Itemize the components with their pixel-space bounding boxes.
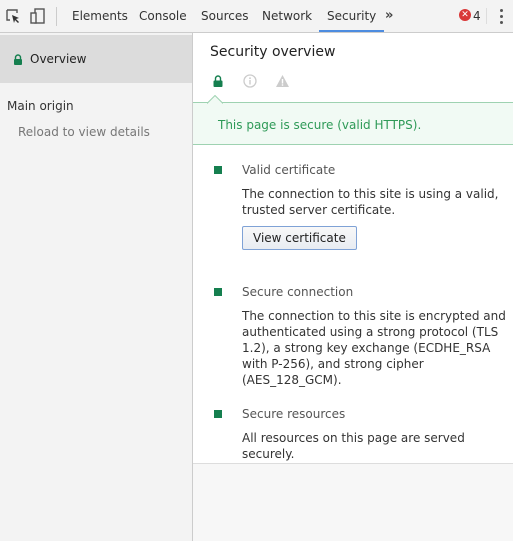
section-description: The connection to this site is using a v… xyxy=(242,187,499,217)
section-description: The connection to this site is encrypted… xyxy=(242,309,506,387)
overview-header: Security overview xyxy=(193,33,513,103)
device-toolbar-icon[interactable] xyxy=(30,8,46,24)
tab-console[interactable]: Console xyxy=(131,0,195,32)
tab-sources[interactable]: Sources xyxy=(193,0,256,32)
lock-icon xyxy=(14,54,22,65)
section-title: Secure resources xyxy=(242,407,346,421)
error-count[interactable]: 4 xyxy=(473,0,481,32)
tab-security[interactable]: Security xyxy=(319,0,385,32)
secure-status-icon xyxy=(214,166,222,174)
page-title: Security overview xyxy=(210,44,336,60)
secure-status-text: This page is secure (valid HTTPS). xyxy=(218,118,422,132)
view-certificate-button[interactable]: View certificate xyxy=(242,226,357,250)
security-overview-panel: Security overview This page is secure (v… xyxy=(193,33,513,541)
more-options-icon[interactable] xyxy=(500,9,504,25)
secure-status-icon xyxy=(214,410,222,418)
selection-pointer xyxy=(207,95,223,104)
warning-icon xyxy=(276,75,289,87)
sidebar-item-overview[interactable]: Overview xyxy=(0,35,192,83)
main-origin-heading: Main origin xyxy=(7,99,74,113)
tab-network[interactable]: Network xyxy=(254,0,320,32)
secure-resources-section: Secure resources All resources on this p… xyxy=(193,388,513,464)
security-sidebar: Overview Main origin Reload to view deta… xyxy=(0,33,193,541)
info-icon xyxy=(243,74,257,88)
secure-status-icon xyxy=(214,288,222,296)
section-title: Valid certificate xyxy=(242,163,336,177)
valid-certificate-section: Valid certificate The connection to this… xyxy=(193,145,513,267)
tab-elements[interactable]: Elements xyxy=(64,0,136,32)
toolbar-divider xyxy=(56,7,57,26)
devtools-toolbar: Elements Console Sources Network Securit… xyxy=(0,0,513,33)
reload-hint: Reload to view details xyxy=(18,125,150,139)
sidebar-item-label: Overview xyxy=(30,52,87,66)
section-description: All resources on this page are served se… xyxy=(242,431,465,461)
secure-status-banner: This page is secure (valid HTTPS). xyxy=(193,102,513,145)
lock-icon xyxy=(213,75,223,87)
inspect-element-icon[interactable] xyxy=(5,8,21,24)
section-title: Secure connection xyxy=(242,285,354,299)
error-icon[interactable]: ✕ xyxy=(459,9,471,21)
more-tabs-button[interactable]: » xyxy=(385,0,393,32)
secure-connection-section: Secure connection The connection to this… xyxy=(193,266,513,389)
toolbar-divider xyxy=(486,8,487,24)
